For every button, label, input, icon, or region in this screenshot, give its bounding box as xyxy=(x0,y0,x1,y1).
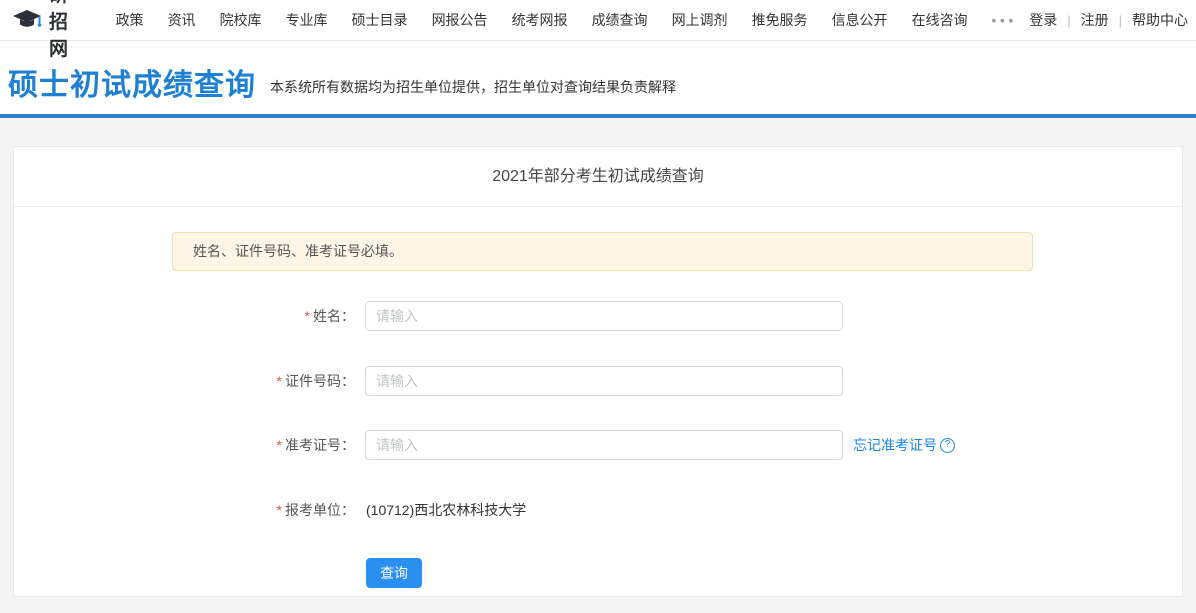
card-title: 2021年部分考生初试成绩查询 xyxy=(14,147,1182,207)
id-number-input[interactable] xyxy=(365,366,843,396)
nav-item-info-disclosure[interactable]: 信息公开 xyxy=(820,0,900,41)
nav-item-online-adjustment[interactable]: 网上调剂 xyxy=(660,0,740,41)
nav-item-online-announcement[interactable]: 网报公告 xyxy=(420,0,500,41)
page-title: 硕士初试成绩查询 xyxy=(8,71,256,101)
target-university-label: *报考单位： xyxy=(14,500,355,520)
required-asterisk: * xyxy=(277,502,282,518)
forgot-ticket-text: 忘记准考证号 xyxy=(853,435,937,455)
form-row-id-number: *证件号码： xyxy=(14,366,1182,396)
target-university-value: (10712)西北农林科技大学 xyxy=(366,500,526,520)
required-asterisk: * xyxy=(305,308,310,324)
top-nav: 研招网 政策 资讯 院校库 专业库 硕士目录 网报公告 统考网报 成绩查询 网上… xyxy=(0,0,1196,41)
id-number-label: *证件号码： xyxy=(14,371,355,391)
separator: | xyxy=(1119,13,1122,28)
target-university-label-text: 报考单位： xyxy=(285,502,355,518)
nav-item-policy[interactable]: 政策 xyxy=(104,0,156,41)
id-number-label-text: 证件号码： xyxy=(285,373,355,389)
forgot-ticket-link[interactable]: 忘记准考证号 ? xyxy=(853,435,955,455)
form-row-target-university: *报考单位： (10712)西北农林科技大学 xyxy=(14,500,1182,520)
nav-more-button[interactable]: ••• xyxy=(980,0,1030,41)
nav-item-score-inquiry[interactable]: 成绩查询 xyxy=(580,0,660,41)
name-input[interactable] xyxy=(365,301,843,331)
ticket-number-input[interactable] xyxy=(365,430,843,460)
question-mark-icon: ? xyxy=(940,438,955,453)
page-subtitle: 本系统所有数据均为招生单位提供，招生单位对查询结果负责解释 xyxy=(270,77,676,101)
form-row-name: *姓名： xyxy=(14,301,1182,331)
name-label-text: 姓名： xyxy=(313,308,355,324)
required-asterisk: * xyxy=(277,437,282,453)
help-center-link[interactable]: 帮助中心 xyxy=(1132,10,1188,30)
required-asterisk: * xyxy=(277,373,282,389)
ticket-number-label: *准考证号： xyxy=(14,435,355,455)
nav-item-news[interactable]: 资讯 xyxy=(156,0,208,41)
main-content: 2021年部分考生初试成绩查询 姓名、证件号码、准考证号必填。 *姓名： *证件… xyxy=(0,118,1196,597)
nav-item-online-consult[interactable]: 在线咨询 xyxy=(900,0,980,41)
separator: | xyxy=(1067,13,1070,28)
form-row-ticket-number: *准考证号： 忘记准考证号 ? xyxy=(14,430,1182,460)
ticket-number-label-text: 准考证号： xyxy=(285,437,355,453)
nav-item-college-library[interactable]: 院校库 xyxy=(208,0,274,41)
auth-links: 登录 | 注册 | 帮助中心 xyxy=(1029,10,1188,30)
page-header: 硕士初试成绩查询 本系统所有数据均为招生单位提供，招生单位对查询结果负责解释 xyxy=(0,41,1196,118)
name-label: *姓名： xyxy=(14,306,355,326)
query-button[interactable]: 查询 xyxy=(366,558,422,588)
nav-item-master-catalog[interactable]: 硕士目录 xyxy=(340,0,420,41)
notice-banner: 姓名、证件号码、准考证号必填。 xyxy=(172,232,1033,271)
graduation-cap-icon xyxy=(12,8,42,32)
query-card: 2021年部分考生初试成绩查询 姓名、证件号码、准考证号必填。 *姓名： *证件… xyxy=(13,146,1183,597)
logo-text: 研招网 xyxy=(49,0,82,61)
query-form: 姓名、证件号码、准考证号必填。 *姓名： *证件号码： *准考证号： 忘记准考证… xyxy=(14,207,1182,588)
nav-menu: 政策 资讯 院校库 专业库 硕士目录 网报公告 统考网报 成绩查询 网上调剂 推… xyxy=(104,0,1030,41)
nav-item-major-library[interactable]: 专业库 xyxy=(274,0,340,41)
notice-text: 姓名、证件号码、准考证号必填。 xyxy=(193,243,403,259)
nav-item-unified-exam-registration[interactable]: 统考网报 xyxy=(500,0,580,41)
nav-item-exemption-service[interactable]: 推免服务 xyxy=(740,0,820,41)
submit-row: 查询 xyxy=(14,558,1182,588)
site-logo[interactable]: 研招网 xyxy=(12,0,82,61)
register-link[interactable]: 注册 xyxy=(1081,10,1109,30)
login-link[interactable]: 登录 xyxy=(1029,10,1057,30)
